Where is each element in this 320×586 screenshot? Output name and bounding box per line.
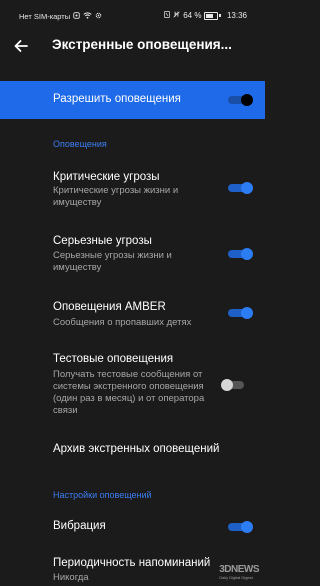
vibration-title: Вибрация	[53, 520, 106, 532]
nfc-icon	[164, 11, 171, 20]
test-alerts-subtitle: Получать тестовые сообщения от системы э…	[53, 369, 205, 416]
critical-threats-subtitle: Критические угрозы жизни и имуществу	[53, 185, 179, 208]
reminder-frequency-title: Периодичность напоминаний	[53, 557, 211, 569]
reminder-frequency-value: Никогда	[53, 572, 89, 583]
status-right: 64 % 13:36	[164, 11, 247, 20]
allow-alerts-toggle[interactable]	[228, 94, 253, 106]
allow-alerts-label: Разрешить оповещения	[53, 93, 181, 105]
test-alerts-toggle[interactable]	[221, 379, 246, 391]
clock: 13:36	[226, 11, 247, 20]
critical-threats-title: Критические угрозы	[53, 171, 160, 183]
notification-icon	[73, 12, 80, 21]
vibration-toggle[interactable]	[228, 521, 253, 533]
serious-threats-subtitle: Серьезные угрозы жизни и имуществу	[53, 250, 172, 273]
status-left: Нет SIM-карты	[19, 12, 102, 21]
settings-gear-icon	[95, 12, 102, 21]
allow-alerts-row[interactable]: Разрешить оповещения	[0, 81, 265, 119]
watermark-brand: 3DNEWS	[219, 564, 259, 575]
section-header-alerts: Оповещения	[53, 139, 107, 149]
amber-alerts-subtitle: Сообщения о пропавших детях	[53, 317, 192, 328]
wifi-icon	[83, 12, 92, 21]
alerts-archive-link[interactable]: Архив экстренных оповещений	[53, 443, 220, 455]
battery-tip	[219, 14, 221, 17]
test-alerts-title: Тестовые оповещения	[53, 353, 174, 365]
app-bar: Экстренные оповещения...	[0, 32, 265, 62]
amber-alerts-toggle[interactable]	[228, 307, 253, 319]
section-header-settings: Настройки оповещений	[53, 490, 152, 500]
watermark-logo: 3DNEWS Daily Digital Digest	[219, 564, 259, 580]
critical-threats-toggle[interactable]	[228, 182, 253, 194]
status-bar: Нет SIM-карты 64 % 13:36	[0, 0, 265, 32]
page-title: Экстренные оповещения...	[52, 37, 232, 52]
battery-icon	[204, 11, 219, 20]
amber-alerts-title: Оповещения AMBER	[53, 301, 166, 313]
back-arrow-icon[interactable]	[12, 37, 30, 55]
mute-icon	[173, 11, 180, 20]
carrier-label: Нет SIM-карты	[19, 12, 71, 21]
serious-threats-toggle[interactable]	[228, 248, 253, 260]
watermark-tagline: Daily Digital Digest	[219, 575, 253, 580]
serious-threats-title: Серьезные угрозы	[53, 235, 152, 247]
battery-percent: 64 %	[183, 11, 202, 20]
